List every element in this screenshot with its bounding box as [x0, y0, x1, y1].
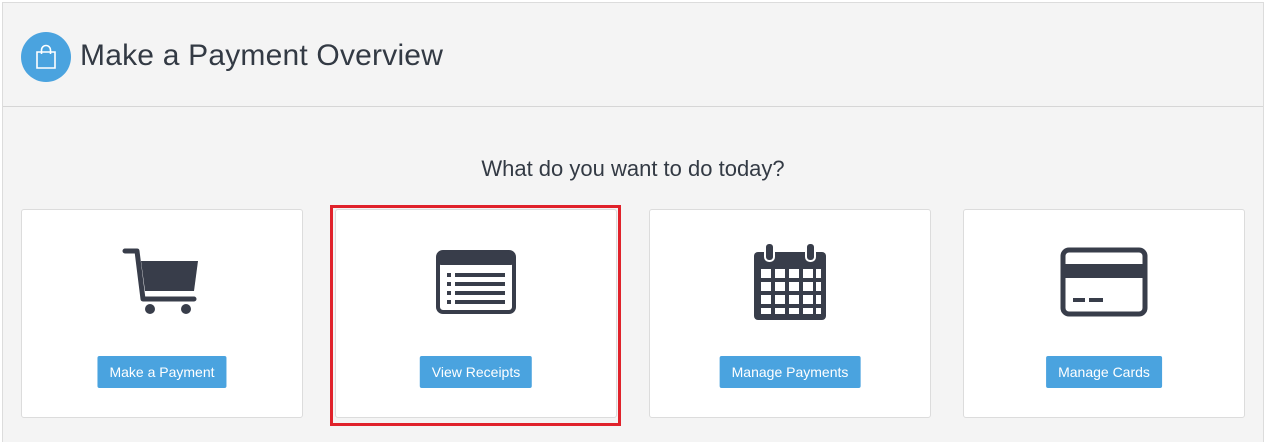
manage-payments-button[interactable]: Manage Payments: [719, 356, 861, 388]
view-receipts-card[interactable]: View Receipts: [335, 209, 617, 418]
manage-cards-button[interactable]: Manage Cards: [1046, 356, 1162, 388]
manage-payments-card[interactable]: Manage Payments: [649, 209, 931, 418]
shopping-bag-icon: [21, 32, 71, 82]
make-payment-card[interactable]: Make a Payment: [21, 209, 303, 418]
page-title: Make a Payment Overview: [80, 39, 444, 72]
calendar-icon: [650, 242, 930, 322]
page-header: Make a Payment Overview: [3, 3, 1263, 107]
receipt-list-icon: [336, 242, 616, 322]
manage-cards-card[interactable]: Manage Cards: [963, 209, 1245, 418]
view-receipts-button[interactable]: View Receipts: [419, 356, 533, 388]
make-payment-button[interactable]: Make a Payment: [97, 356, 227, 388]
prompt-heading: What do you want to do today?: [481, 156, 785, 181]
credit-card-icon: [964, 242, 1244, 322]
shopping-cart-icon: [22, 242, 302, 322]
